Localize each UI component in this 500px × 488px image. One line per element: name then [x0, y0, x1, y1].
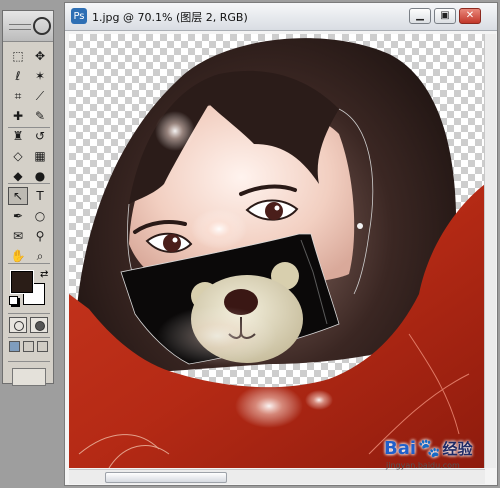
tool-divider	[8, 337, 50, 338]
eyedropper-tool[interactable]: ⚲	[30, 227, 50, 245]
tool-grid: ⬚ ✥ ℓ ✶ ⌗ ⟋ ✚ ✎ ♜ ↺ ◇ ▦ ◆ ● ↖ T ✒ ○ ✉ ⚲ ✋ ⌕	[8, 47, 50, 265]
photoshop-workspace: ⬚ ✥ ℓ ✶ ⌗ ⟋ ✚ ✎ ♜ ↺ ◇ ▦ ◆ ● ↖ T ✒ ○ ✉ ⚲ ✋ ⌕ ⇄ Ps 1.jpg @ 70.1…	[0, 0, 500, 488]
move-icon: ✥	[34, 49, 46, 63]
photoshop-document-icon: Ps	[71, 8, 87, 24]
light-glow	[157, 306, 277, 366]
clone-stamp-tool[interactable]: ♜	[8, 127, 28, 145]
healing-brush-tool[interactable]: ✚	[8, 107, 28, 125]
close-icon: ✕	[465, 10, 475, 21]
jump-to-imageready-button[interactable]	[12, 368, 46, 386]
minimize-button[interactable]: ▁	[409, 8, 431, 24]
close-button[interactable]: ✕	[459, 8, 481, 24]
image-canvas[interactable]	[69, 34, 485, 468]
swap-colors-icon[interactable]: ⇄	[40, 269, 48, 280]
quick-mask-mode-button[interactable]	[30, 317, 48, 333]
watermark-brand: Bai	[384, 438, 417, 459]
watermark-url: jingyan.baidu.com	[386, 461, 460, 470]
right-eye-highlight	[274, 205, 280, 211]
ellipse-shape-icon: ○	[34, 209, 46, 223]
full-screen-menu-mode-button[interactable]	[23, 341, 34, 352]
tools-palette-header[interactable]	[3, 11, 53, 42]
move-tool[interactable]: ✥	[30, 47, 50, 65]
lasso-tool[interactable]: ℓ	[8, 67, 28, 85]
light-glow	[191, 209, 247, 249]
brush-tool[interactable]: ✎	[30, 107, 50, 125]
rectangular-marquee-icon: ⬚	[12, 49, 24, 63]
light-glow	[305, 390, 333, 410]
left-eye-highlight	[172, 237, 178, 243]
horizontal-scrollbar[interactable]	[69, 469, 485, 484]
color-swatches: ⇄	[9, 269, 49, 309]
crop-icon: ⌗	[14, 88, 22, 103]
document-window: Ps 1.jpg @ 70.1% (图层 2, RGB) ▁ ▣ ✕	[64, 2, 498, 486]
horizontal-scroll-thumb[interactable]	[105, 472, 227, 483]
tool-divider	[8, 313, 50, 314]
cursor-marker	[357, 223, 363, 229]
document-title-bar[interactable]: Ps 1.jpg @ 70.1% (图层 2, RGB) ▁ ▣ ✕	[65, 3, 497, 31]
slice-tool[interactable]: ⟋	[30, 87, 50, 105]
left-iris	[163, 234, 181, 252]
clone-stamp-icon: ♜	[12, 129, 24, 143]
lasso-icon: ℓ	[15, 69, 21, 83]
dodge-icon: ●	[34, 169, 46, 183]
light-glow	[235, 384, 303, 428]
eraser-icon: ◇	[13, 149, 23, 163]
watermark-product: 经验	[442, 440, 473, 458]
foreground-color-swatch[interactable]	[11, 271, 33, 293]
notes-icon: ✉	[12, 229, 24, 243]
pen-icon: ✒	[12, 209, 24, 223]
restore-icon: ▣	[440, 10, 450, 21]
watermark: Bai 🐾 经验	[384, 438, 472, 459]
light-glow	[155, 111, 195, 151]
artwork	[69, 38, 485, 468]
magic-wand-icon: ✶	[34, 69, 46, 83]
type-icon: T	[36, 189, 44, 203]
history-brush-icon: ↺	[34, 129, 46, 143]
restore-button[interactable]: ▣	[434, 8, 456, 24]
blur-icon: ◆	[13, 169, 23, 183]
full-screen-mode-button[interactable]	[37, 341, 48, 352]
standard-mode-button[interactable]	[9, 317, 27, 333]
eyedropper-icon: ⚲	[35, 229, 45, 243]
vertical-scrollbar[interactable]	[484, 34, 496, 468]
slice-icon: ⟋	[35, 88, 45, 103]
eraser-tool[interactable]: ◇	[8, 147, 28, 165]
tool-divider	[8, 127, 50, 128]
healing-brush-icon: ✚	[12, 109, 24, 123]
palette-grip-icon[interactable]	[9, 24, 31, 30]
baidu-paw-icon: 🐾	[418, 438, 441, 459]
default-colors-icon[interactable]	[9, 296, 18, 305]
ellipse-shape-tool[interactable]: ○	[30, 207, 50, 225]
pen-tool[interactable]: ✒	[8, 207, 28, 225]
document-title: 1.jpg @ 70.1% (图层 2, RGB)	[92, 11, 248, 24]
minimize-icon: ▁	[416, 10, 424, 21]
tool-divider	[8, 183, 50, 184]
tool-divider	[8, 263, 50, 264]
standard-screen-mode-button[interactable]	[9, 341, 20, 352]
crop-tool[interactable]: ⌗	[8, 87, 28, 105]
zoom-icon: ⌕	[36, 248, 44, 263]
type-tool[interactable]: T	[30, 187, 50, 205]
tools-palette: ⬚ ✥ ℓ ✶ ⌗ ⟋ ✚ ✎ ♜ ↺ ◇ ▦ ◆ ● ↖ T ✒ ○ ✉ ⚲ ✋ ⌕ ⇄	[2, 10, 54, 386]
magic-wand-tool[interactable]: ✶	[30, 67, 50, 85]
tool-divider	[8, 361, 50, 362]
rectangular-marquee-tool[interactable]: ⬚	[8, 47, 28, 65]
gradient-tool[interactable]: ▦	[30, 147, 50, 165]
path-selection-tool[interactable]: ↖	[8, 187, 28, 205]
photoshop-eye-icon[interactable]	[33, 17, 51, 35]
history-brush-tool[interactable]: ↺	[30, 127, 50, 145]
hand-icon: ✋	[10, 249, 26, 263]
gradient-icon: ▦	[34, 149, 46, 163]
notes-tool[interactable]: ✉	[8, 227, 28, 245]
right-iris	[265, 202, 283, 220]
path-selection-icon: ↖	[12, 189, 24, 203]
brush-icon: ✎	[34, 109, 46, 123]
